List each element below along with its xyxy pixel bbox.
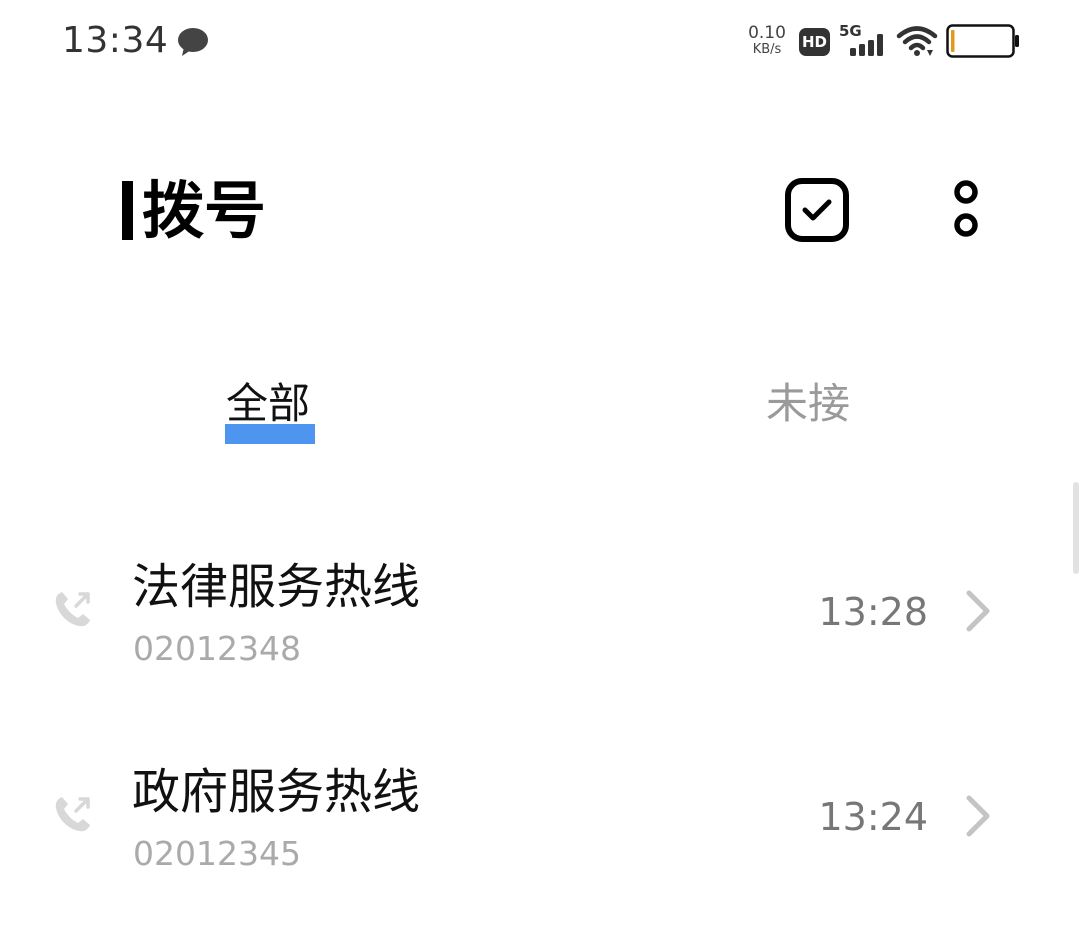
title-accent-bar [122, 181, 133, 240]
chevron-right-icon[interactable] [960, 588, 996, 634]
network-speed-unit: KB/s [752, 42, 782, 57]
status-bar: 13:34 0.10 KB/s HD 5G [0, 0, 1080, 84]
chevron-right-icon[interactable] [960, 793, 996, 839]
status-time: 13:34 [62, 20, 169, 61]
page-title: 拨号 [142, 174, 267, 247]
more-icon [954, 180, 978, 237]
wifi-icon [896, 26, 938, 56]
more-button[interactable] [944, 175, 988, 245]
network-speed-value: 0.10 [748, 23, 786, 43]
tab-all-indicator [225, 424, 315, 444]
select-icon [785, 178, 849, 242]
call-time: 13:28 [818, 590, 928, 634]
outgoing-call-icon [55, 797, 90, 832]
signal-icon: 5G [839, 22, 887, 58]
phone-number: 02012348 [133, 629, 301, 668]
network-speed: 0.10 KB/s [744, 23, 790, 57]
signal-bars-icon [850, 34, 883, 56]
tab-missed[interactable]: 未接 [766, 376, 850, 432]
call-time: 13:24 [818, 795, 928, 839]
phone-number: 02012345 [133, 834, 301, 873]
call-log-item[interactable]: 政府服务热线 02012345 13:24 [0, 735, 1080, 925]
contact-name: 法律服务热线 [132, 559, 421, 615]
battery-icon [946, 24, 1019, 58]
contact-name: 政府服务热线 [132, 764, 421, 820]
outgoing-call-icon [55, 592, 90, 627]
hd-icon: HD [799, 28, 830, 56]
message-icon [178, 28, 208, 56]
call-log-item[interactable]: 法律服务热线 02012348 13:28 [0, 530, 1080, 720]
select-button[interactable] [782, 175, 852, 245]
